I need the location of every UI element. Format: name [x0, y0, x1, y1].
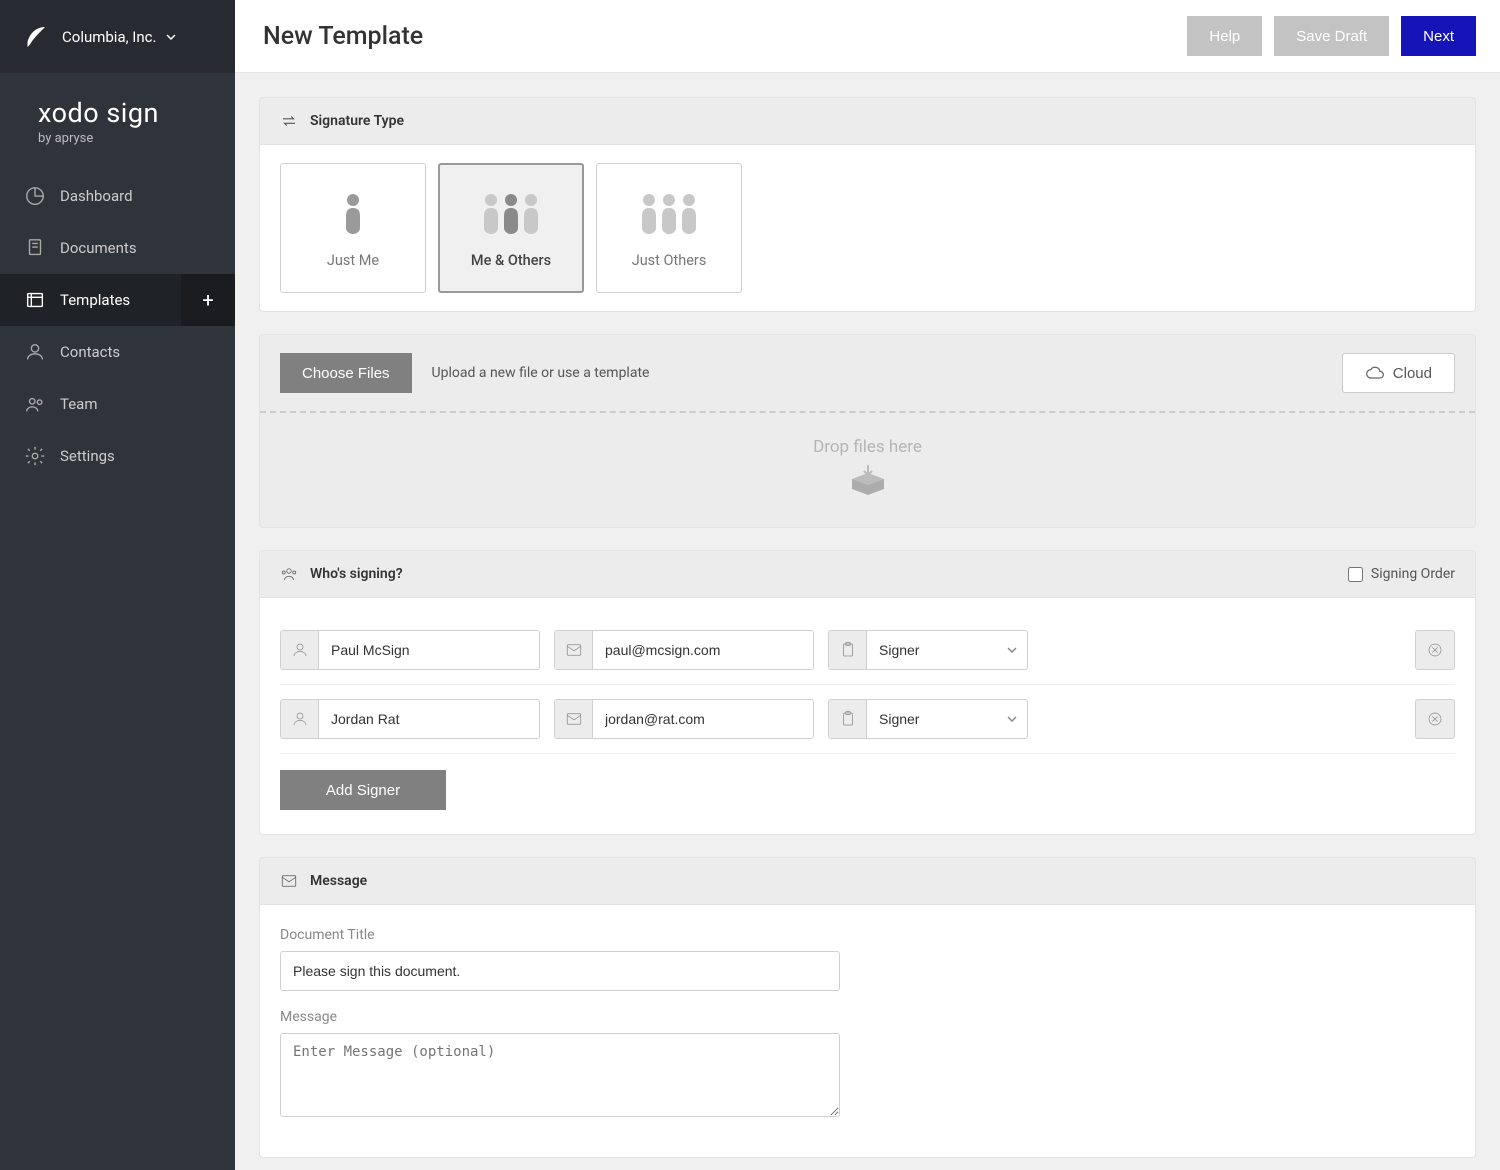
signer-name-field[interactable] [280, 630, 540, 670]
user-icon [291, 641, 309, 659]
sidebar-item-label: Documents [60, 239, 137, 257]
caret-down-icon [1007, 716, 1017, 722]
sidebar: Columbia, Inc. xodo sign by apryse Dashb… [0, 0, 235, 1170]
person-icon [328, 188, 378, 238]
signer-role-value[interactable] [867, 700, 997, 738]
save-draft-button[interactable]: Save Draft [1274, 16, 1389, 56]
remove-signer-button[interactable] [1415, 630, 1455, 670]
caret-down-icon [1007, 647, 1017, 653]
signers-icon [280, 565, 298, 583]
brand-title: xodo sign [38, 97, 211, 129]
sidebar-item-label: Settings [60, 447, 115, 465]
remove-icon [1427, 711, 1443, 727]
signature-type-panel: Signature Type Just Me [259, 97, 1476, 312]
message-label: Message [280, 1009, 1455, 1025]
contacts-icon [24, 341, 46, 363]
signer-email-input[interactable] [593, 700, 813, 738]
signer-row [280, 685, 1455, 754]
brand-subtitle: by apryse [38, 131, 211, 146]
signer-email-field[interactable] [554, 699, 814, 739]
help-button[interactable]: Help [1187, 16, 1262, 56]
signer-name-field[interactable] [280, 699, 540, 739]
cloud-label: Cloud [1393, 365, 1432, 382]
remove-icon [1427, 642, 1443, 658]
signer-email-input[interactable] [593, 631, 813, 669]
signing-order-label: Signing Order [1371, 566, 1455, 582]
nav: Dashboard Documents Templates + Contacts… [0, 170, 235, 482]
drop-text: Drop files here [284, 437, 1451, 457]
doc-title-label: Document Title [280, 927, 1455, 943]
feather-logo-icon [20, 22, 50, 52]
caret-down-icon [166, 34, 176, 40]
drop-zone[interactable]: Drop files here [260, 413, 1475, 527]
signing-order-checkbox[interactable] [1348, 567, 1363, 582]
sidebar-item-settings[interactable]: Settings [0, 430, 235, 482]
mail-icon [565, 641, 583, 659]
next-button[interactable]: Next [1401, 16, 1476, 56]
message-textarea[interactable] [280, 1033, 840, 1117]
sidebar-item-team[interactable]: Team [0, 378, 235, 430]
signature-option-label: Just Others [632, 252, 707, 269]
clipboard-icon [839, 641, 857, 659]
sidebar-item-label: Team [60, 395, 98, 413]
signer-email-field[interactable] [554, 630, 814, 670]
signature-option-just-me[interactable]: Just Me [280, 163, 426, 293]
sidebar-item-label: Contacts [60, 343, 120, 361]
team-icon [24, 393, 46, 415]
panel-title: Message [310, 873, 367, 889]
mail-icon [565, 710, 583, 728]
panel-title: Signature Type [310, 113, 404, 129]
signing-panel: Who's signing? Signing Order [259, 550, 1476, 835]
signer-row [280, 616, 1455, 685]
sidebar-item-contacts[interactable]: Contacts [0, 326, 235, 378]
mail-icon [280, 872, 298, 890]
sidebar-item-label: Templates [60, 291, 130, 309]
doc-title-input[interactable] [280, 951, 840, 991]
brand: xodo sign by apryse [0, 73, 235, 160]
sidebar-item-documents[interactable]: Documents [0, 222, 235, 274]
user-icon [291, 710, 309, 728]
page-title: New Template [263, 22, 423, 51]
signature-option-label: Me & Others [471, 252, 551, 269]
add-template-button[interactable]: + [181, 274, 235, 326]
signer-role-value[interactable] [867, 631, 997, 669]
documents-icon [24, 237, 46, 259]
signature-option-me-and-others[interactable]: Me & Others [438, 163, 584, 293]
cloud-button[interactable]: Cloud [1342, 353, 1455, 393]
upload-hint: Upload a new file or use a template [432, 365, 650, 381]
org-name: Columbia, Inc. [62, 28, 156, 46]
header: New Template Help Save Draft Next [235, 0, 1500, 73]
clipboard-icon [839, 710, 857, 728]
choose-files-button[interactable]: Choose Files [280, 353, 412, 393]
signer-name-input[interactable] [319, 631, 539, 669]
templates-icon [24, 289, 46, 311]
sidebar-item-templates[interactable]: Templates + [0, 274, 235, 326]
add-signer-button[interactable]: Add Signer [280, 770, 446, 810]
upload-panel: Choose Files Upload a new file or use a … [259, 334, 1476, 528]
dashboard-icon [24, 185, 46, 207]
swap-icon [280, 112, 298, 130]
sidebar-item-label: Dashboard [60, 187, 133, 205]
box-download-icon [848, 463, 888, 499]
cloud-icon [1365, 366, 1385, 380]
signer-name-input[interactable] [319, 700, 539, 738]
signature-option-just-others[interactable]: Just Others [596, 163, 742, 293]
people-icon [475, 188, 547, 238]
settings-icon [24, 445, 46, 467]
remove-signer-button[interactable] [1415, 699, 1455, 739]
people-icon [633, 188, 705, 238]
signer-role-select[interactable] [828, 630, 1028, 670]
sidebar-item-dashboard[interactable]: Dashboard [0, 170, 235, 222]
signature-option-label: Just Me [327, 252, 379, 269]
message-panel: Message Document Title Message [259, 857, 1476, 1158]
signer-role-select[interactable] [828, 699, 1028, 739]
org-switcher[interactable]: Columbia, Inc. [0, 0, 235, 73]
panel-title: Who's signing? [310, 566, 403, 582]
signing-order-toggle[interactable]: Signing Order [1348, 566, 1455, 582]
